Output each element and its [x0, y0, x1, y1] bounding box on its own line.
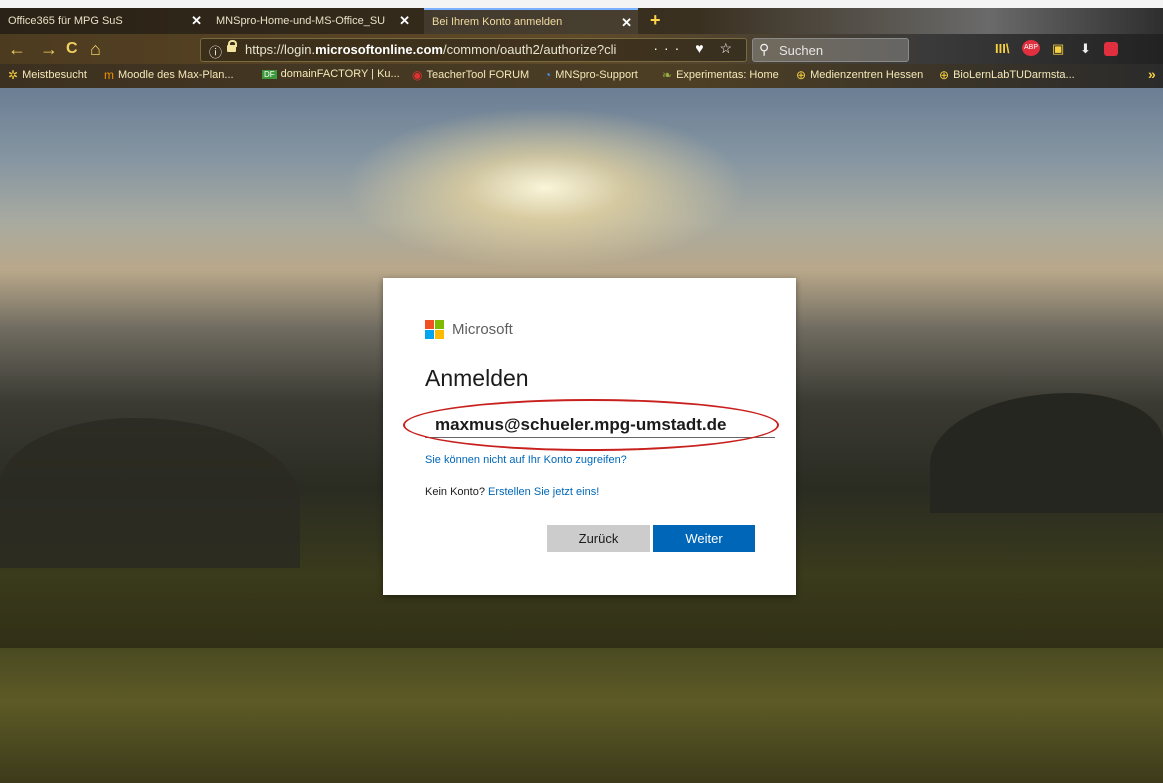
- brand-name: Microsoft: [452, 321, 513, 338]
- close-icon[interactable]: ✕: [191, 13, 202, 29]
- search-placeholder: Suchen: [779, 43, 824, 58]
- no-account-text: Kein Konto? Erstellen Sie jetzt eins!: [425, 486, 600, 498]
- next-button[interactable]: Weiter: [653, 525, 755, 552]
- create-account-link[interactable]: Erstellen Sie jetzt eins!: [488, 486, 599, 498]
- foreground-grass: [0, 648, 1163, 783]
- bookmark-experimentas[interactable]: ❧ Experimentas: Home: [662, 68, 779, 82]
- tab-signin[interactable]: Bei Ihrem Konto anmelden ✕: [424, 8, 638, 34]
- reload-icon[interactable]: C: [66, 39, 78, 59]
- tab-label: Bei Ihrem Konto anmelden: [432, 16, 563, 28]
- extension-icon[interactable]: [1104, 42, 1118, 56]
- nav-bar: ← → C ⌂ ⓘ https://login.microsoftonline.…: [0, 34, 1163, 64]
- tab-bar: Office365 für MPG SuS ✕ MNSpro-Home-und-…: [0, 8, 1163, 34]
- tab-office365[interactable]: Office365 für MPG SuS ✕: [0, 8, 208, 34]
- tab-label: MNSpro-Home-und-MS-Office_SU: [216, 15, 386, 27]
- mountain: [0, 418, 300, 568]
- gear-icon: ✲: [8, 68, 19, 82]
- df-icon: DF: [262, 69, 277, 79]
- new-tab-button[interactable]: +: [650, 10, 661, 31]
- tab-label: Office365 für MPG SuS: [8, 15, 123, 27]
- forward-arrow-icon[interactable]: →: [40, 39, 58, 59]
- signin-dialog: Microsoft Anmelden Sie können nicht auf …: [383, 278, 796, 595]
- bookmark-meistbesucht[interactable]: ✲ Meistbesucht: [8, 68, 87, 82]
- close-icon[interactable]: ✕: [621, 15, 632, 31]
- mnspro-icon: ◔: [544, 68, 552, 82]
- home-icon[interactable]: ⌂: [90, 39, 101, 59]
- cant-access-link[interactable]: Sie können nicht auf Ihr Konto zugreifen…: [425, 454, 627, 466]
- globe-icon: ⊕: [796, 68, 807, 82]
- search-input[interactable]: ⚲ Suchen: [752, 38, 909, 62]
- library-icon[interactable]: III\: [995, 41, 1009, 56]
- leaf-icon: ❧: [662, 68, 673, 82]
- url-text[interactable]: https://login.microsoftonline.com/common…: [245, 42, 675, 57]
- page-title: Anmelden: [425, 365, 529, 391]
- search-icon: ⚲: [759, 41, 770, 57]
- info-icon[interactable]: ⓘ: [209, 42, 222, 61]
- email-field[interactable]: [425, 412, 775, 438]
- adblock-icon[interactable]: ABP: [1022, 40, 1040, 56]
- close-icon[interactable]: ✕: [399, 13, 410, 29]
- bookmark-domainfactory[interactable]: DF domainFACTORY | Ku...: [262, 68, 400, 80]
- bookmark-moodle[interactable]: m Moodle des Max-Plan...: [104, 68, 234, 82]
- back-arrow-icon[interactable]: ←: [8, 39, 26, 59]
- bookmark-teachertool[interactable]: ◉ TeacherTool FORUM: [412, 68, 529, 82]
- url-bar[interactable]: ⓘ https://login.microsoftonline.com/comm…: [200, 38, 747, 62]
- window-top-strip: [0, 0, 1163, 8]
- bookmark-mnspro[interactable]: ◔ MNSpro-Support: [544, 68, 638, 82]
- target-icon: ◉: [412, 68, 423, 82]
- download-icon[interactable]: ⬇: [1080, 41, 1091, 57]
- bookmarks-bar: ✲ Meistbesucht m Moodle des Max-Plan... DF…: [0, 64, 1163, 88]
- moodle-icon: m: [104, 68, 114, 82]
- mountain: [930, 393, 1163, 513]
- back-button[interactable]: Zurück: [547, 525, 650, 552]
- lock-icon: [227, 40, 237, 52]
- bookmarks-overflow-icon[interactable]: »: [1148, 66, 1156, 82]
- bookmark-biolernlab[interactable]: ⊕ BioLernLabTUDarmsta...: [939, 68, 1075, 82]
- page-actions-icon[interactable]: ··· ♥ ☆: [653, 40, 738, 57]
- microsoft-logo-icon: [425, 320, 444, 339]
- sidebar-icon[interactable]: ▣: [1052, 41, 1064, 57]
- tab-mnspro[interactable]: MNSpro-Home-und-MS-Office_SU ✕: [208, 8, 416, 34]
- globe-icon: ⊕: [939, 68, 950, 82]
- bookmark-medienzentren[interactable]: ⊕ Medienzentren Hessen: [796, 68, 923, 82]
